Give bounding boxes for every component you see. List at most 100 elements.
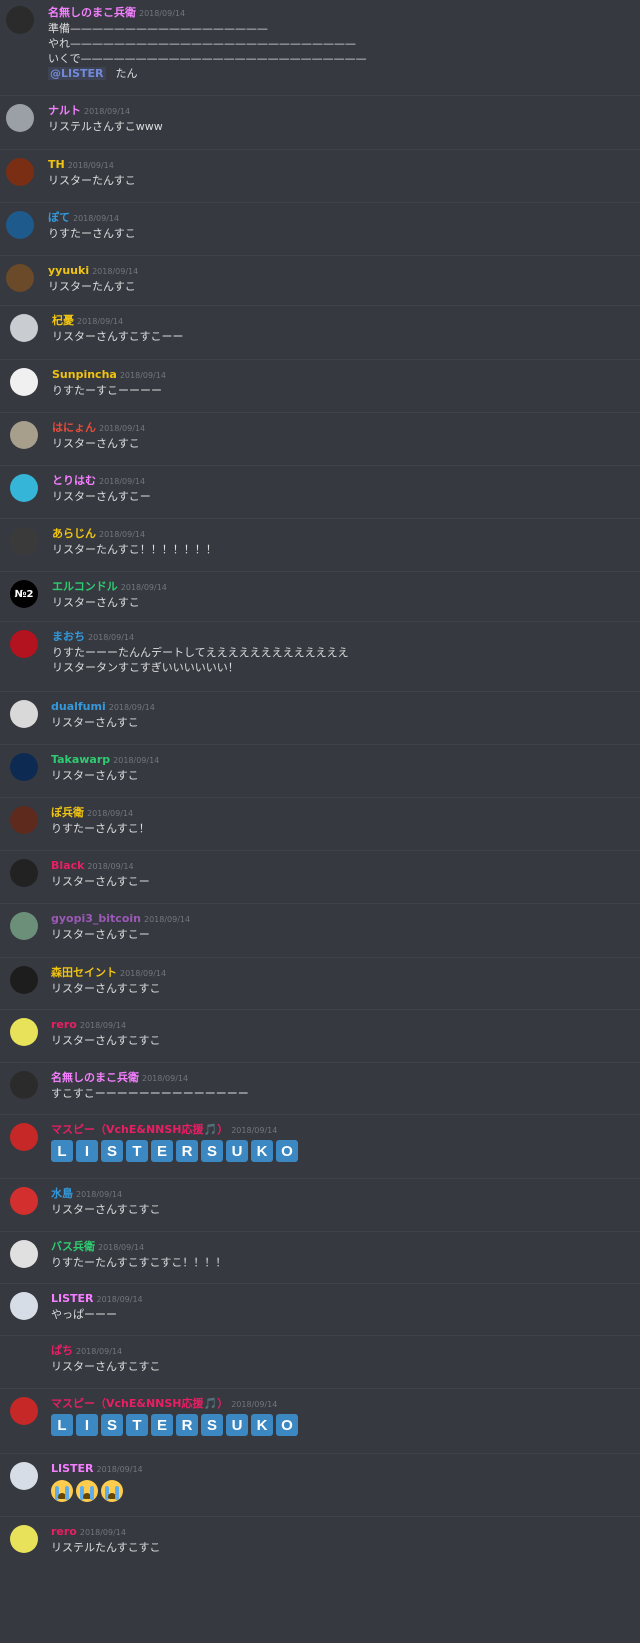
username[interactable]: マスピー（VchE&NNSH応援🎵） (51, 1397, 228, 1410)
message-divider (0, 1009, 640, 1010)
message-header: はにょん 2018/09/14 (52, 421, 145, 436)
avatar[interactable] (10, 753, 38, 781)
username[interactable]: gyopi3_bitcoin (51, 912, 141, 925)
message-text: リスターさんすこー (51, 928, 150, 941)
avatar[interactable] (10, 368, 38, 396)
avatar[interactable] (10, 314, 38, 342)
timestamp: 2018/09/14 (120, 583, 167, 592)
avatar[interactable] (10, 1123, 38, 1151)
username[interactable]: 水島 (51, 1187, 73, 1200)
message-text: りすたーさんすこ！ (51, 822, 150, 835)
letter-tile-emoji: K (251, 1414, 273, 1436)
avatar[interactable] (6, 158, 34, 186)
username[interactable]: ぽて (48, 211, 70, 224)
avatar[interactable] (10, 859, 38, 887)
message-header: 森田セイント 2018/09/14 (51, 966, 166, 981)
regional-letter-emojis: LISTERSUKO (51, 1140, 298, 1162)
avatar[interactable] (10, 1240, 38, 1268)
message-divider (0, 202, 640, 203)
timestamp: 2018/09/14 (79, 1528, 126, 1537)
letter-tile-emoji: I (76, 1140, 98, 1162)
username[interactable]: はにょん (52, 421, 96, 434)
message-divider (0, 305, 640, 306)
timestamp: 2018/09/14 (142, 1074, 189, 1083)
timestamp: 2018/09/14 (73, 214, 120, 223)
message-text: @LISTER たん (48, 66, 138, 81)
avatar[interactable] (6, 104, 34, 132)
timestamp: 2018/09/14 (76, 1347, 123, 1356)
timestamp: 2018/09/14 (88, 633, 135, 642)
timestamp: 2018/09/14 (143, 915, 191, 924)
letter-tile-emoji: K (251, 1140, 273, 1162)
timestamp: 2018/09/14 (98, 1243, 145, 1252)
username[interactable]: ぱち (51, 1344, 73, 1357)
username[interactable]: 森田セイント (51, 966, 117, 979)
username[interactable]: ナルト (48, 104, 81, 117)
avatar[interactable] (10, 474, 38, 502)
message-header: ナルト 2018/09/14 (48, 104, 130, 119)
avatar[interactable] (10, 1018, 38, 1046)
avatar[interactable] (10, 421, 38, 449)
avatar[interactable] (10, 1344, 38, 1372)
message-divider (0, 1335, 640, 1336)
mention-tag[interactable]: @LISTER (48, 67, 106, 80)
message-header: ぽ兵衛 2018/09/14 (51, 806, 133, 821)
avatar[interactable] (10, 1071, 38, 1099)
username[interactable]: Takawarp (51, 753, 110, 766)
timestamp: 2018/09/14 (92, 267, 139, 276)
avatar[interactable] (10, 1187, 38, 1215)
username[interactable]: yyuuki (48, 264, 89, 277)
avatar[interactable] (10, 700, 38, 728)
username[interactable]: rero (51, 1525, 77, 1538)
avatar[interactable] (10, 806, 38, 834)
message-divider (0, 957, 640, 958)
avatar[interactable] (10, 1525, 38, 1553)
message-divider (0, 691, 640, 692)
username[interactable]: TH (48, 158, 65, 171)
username[interactable]: Sunpincha (52, 368, 117, 381)
username[interactable]: バス兵衛 (51, 1240, 95, 1253)
message-header: あらじん 2018/09/14 (52, 527, 145, 542)
timestamp: 2018/09/14 (67, 161, 114, 170)
username[interactable]: 名無しのまこ兵衛 (51, 1071, 139, 1084)
message-header: 名無しのまこ兵衛 2018/09/14 (51, 1071, 188, 1086)
message-text: りすたーすこーーーー (52, 384, 162, 397)
timestamp: 2018/09/14 (87, 862, 134, 871)
username[interactable]: LISTER (51, 1292, 94, 1305)
message-divider (0, 571, 640, 572)
letter-tile-emoji: U (226, 1414, 248, 1436)
timestamp: 2018/09/14 (231, 1126, 278, 1135)
avatar[interactable]: №2 (10, 580, 38, 608)
message-header: yyuuki 2018/09/14 (48, 264, 138, 279)
timestamp: 2018/09/14 (231, 1400, 278, 1409)
avatar[interactable] (10, 1397, 38, 1425)
username[interactable]: マスピー（VchE&NNSH応援🎵） (51, 1123, 228, 1136)
username[interactable]: エルコンドル (52, 580, 118, 593)
timestamp: 2018/09/14 (96, 1295, 143, 1304)
username[interactable]: まおち (52, 630, 85, 643)
avatar[interactable] (10, 1462, 38, 1490)
message-text: リスターさんすこ (52, 437, 140, 450)
username[interactable]: LISTER (51, 1462, 94, 1475)
username[interactable]: Black (51, 859, 84, 872)
username[interactable]: あらじん (52, 527, 96, 540)
username[interactable]: とりはむ (52, 474, 96, 487)
username[interactable]: rero (51, 1018, 77, 1031)
avatar[interactable] (6, 211, 34, 239)
message-divider (0, 518, 640, 519)
avatar[interactable] (6, 264, 34, 292)
message-text: リスタータンすこすぎいいいいいい！ (52, 661, 239, 674)
avatar[interactable] (10, 912, 38, 940)
username[interactable]: ぽ兵衛 (51, 806, 84, 819)
username[interactable]: dualfumi (51, 700, 106, 713)
avatar[interactable] (10, 630, 38, 658)
avatar[interactable] (10, 1292, 38, 1320)
letter-tile-emoji: U (226, 1140, 248, 1162)
username[interactable]: 杞憂 (52, 314, 74, 327)
message-divider (0, 1178, 640, 1179)
avatar[interactable] (10, 527, 38, 555)
avatar[interactable] (6, 6, 34, 34)
avatar[interactable] (10, 966, 38, 994)
username[interactable]: 名無しのまこ兵衛 (48, 6, 136, 19)
letter-tile-emoji: S (101, 1414, 123, 1436)
